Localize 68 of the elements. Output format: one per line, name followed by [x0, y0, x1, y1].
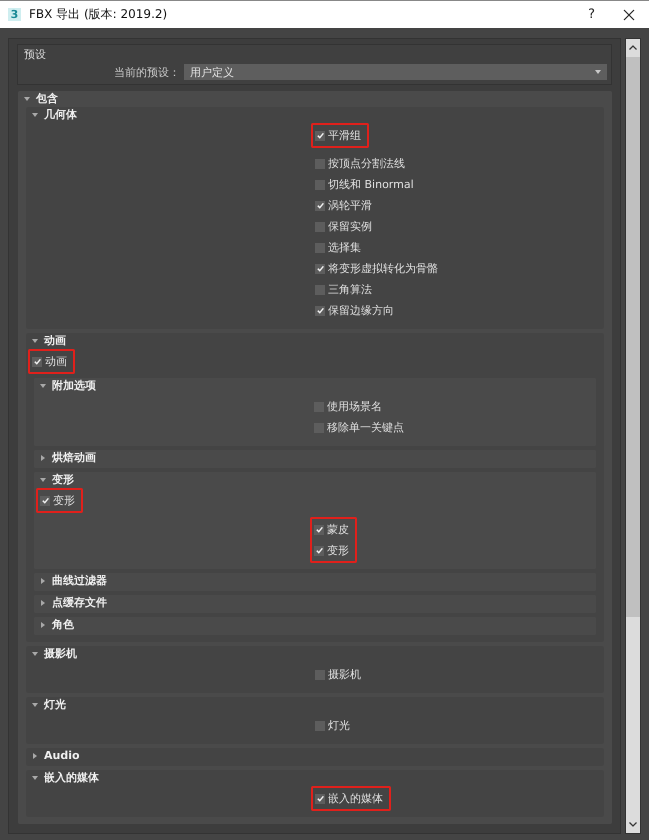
checkbox[interactable] [315, 794, 325, 804]
collapse-triangle-icon[interactable] [32, 702, 38, 708]
scrollbar-thumb[interactable] [626, 57, 640, 617]
help-button[interactable]: ? [588, 7, 595, 22]
checkbox[interactable] [315, 130, 325, 140]
close-icon[interactable] [623, 8, 635, 20]
checkbox-label[interactable]: 涡轮平滑 [328, 198, 372, 213]
checkbox-label[interactable]: 变形 [327, 543, 349, 558]
checkbox-label[interactable]: 移除单一关键点 [327, 420, 404, 435]
checkbox[interactable] [315, 158, 325, 168]
expand-triangle-icon[interactable] [40, 622, 46, 628]
dropdown-arrow-icon[interactable] [595, 70, 601, 74]
collapse-triangle-icon[interactable] [32, 338, 38, 344]
rollout-title[interactable]: 动画 [44, 333, 66, 348]
scroll-down-icon[interactable] [629, 822, 637, 827]
checkbox-label[interactable]: 按顶点分割法线 [328, 156, 405, 171]
checkbox[interactable] [314, 524, 324, 534]
rollout-title[interactable]: 摄影机 [44, 646, 77, 661]
checkbox[interactable] [315, 306, 325, 316]
checkbox[interactable] [315, 264, 325, 274]
collapse-triangle-icon[interactable] [32, 650, 38, 656]
checkbox[interactable] [314, 546, 324, 556]
checkbox[interactable] [315, 242, 325, 252]
checkbox[interactable] [40, 496, 50, 506]
scrollbar[interactable] [625, 38, 641, 834]
rollout-title[interactable]: 灯光 [44, 697, 66, 712]
section-title: 预设 [24, 47, 47, 62]
rollout-title[interactable]: 烘焙动画 [52, 450, 96, 465]
rollout-title[interactable]: 点缓存文件 [52, 595, 107, 610]
collapse-triangle-icon[interactable] [32, 774, 38, 780]
collapse-triangle-icon[interactable] [32, 112, 38, 118]
rollout-title[interactable]: 包含 [36, 91, 58, 106]
collapse-triangle-icon[interactable] [40, 476, 46, 482]
checkbox-label[interactable]: 将变形虚拟转化为骨骼 [328, 261, 438, 276]
checkbox-label[interactable]: 三角算法 [328, 282, 372, 297]
preset-dropdown[interactable]: 用户定义 [184, 64, 607, 80]
expand-triangle-icon[interactable] [40, 454, 46, 460]
collapse-triangle-icon[interactable] [40, 382, 46, 388]
scroll-up-icon[interactable] [629, 45, 637, 50]
preset-label: 当前的预设： [114, 64, 180, 80]
rollout-title[interactable]: 几何体 [44, 107, 77, 122]
checkbox-label[interactable]: 摄影机 [328, 667, 361, 682]
app-icon: 3 [8, 8, 21, 21]
checkbox-label[interactable]: 保留实例 [328, 219, 372, 234]
checkbox[interactable] [315, 200, 325, 210]
checkbox[interactable] [315, 670, 325, 680]
rollout-title[interactable]: Audio [44, 749, 80, 762]
rollout-title[interactable]: 附加选项 [52, 378, 96, 393]
checkbox-label[interactable]: 灯光 [328, 718, 350, 733]
expand-triangle-icon[interactable] [40, 578, 46, 584]
rollout-title[interactable]: 角色 [52, 617, 74, 632]
window-title: FBX 导出 (版本: 2019.2) [29, 6, 168, 23]
checkbox-label[interactable]: 蒙皮 [327, 522, 349, 537]
rollout-title[interactable]: 嵌入的媒体 [44, 770, 99, 785]
checkbox-label[interactable]: 保留边缘方向 [328, 303, 394, 318]
expand-triangle-icon[interactable] [32, 752, 38, 758]
checkbox[interactable] [315, 180, 325, 190]
checkbox[interactable] [315, 284, 325, 294]
collapse-triangle-icon[interactable] [24, 96, 30, 102]
checkbox-label[interactable]: 使用场景名 [327, 399, 382, 414]
checkbox[interactable] [32, 356, 42, 366]
rollout-title[interactable]: 变形 [52, 472, 74, 487]
checkbox-label[interactable]: 选择集 [328, 240, 361, 255]
checkbox[interactable] [315, 720, 325, 730]
rollout-title[interactable]: 曲线过滤器 [52, 573, 107, 588]
checkbox-label[interactable]: 切线和 Binormal [328, 177, 414, 192]
checkbox[interactable] [315, 222, 325, 232]
expand-triangle-icon[interactable] [40, 600, 46, 606]
